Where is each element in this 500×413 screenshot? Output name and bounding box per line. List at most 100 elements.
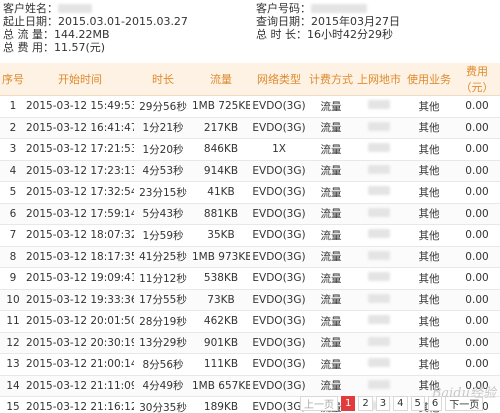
header-col-network-type: 网络类型 xyxy=(250,63,308,96)
cell-col-index: 5 xyxy=(0,181,26,204)
city-redacted xyxy=(368,379,390,389)
cell-col-network-type: EVDO(3G) xyxy=(250,181,308,204)
cell-col-traffic: 111KB xyxy=(192,353,250,376)
table-row: 12 2015-03-12 20:30:19 13分29秒 901KB EVDO(3G)… xyxy=(0,332,500,354)
customer-number-row: 客户号码： xyxy=(256,2,400,15)
city-redacted xyxy=(368,358,390,368)
cell-col-duration: 1分59秒 xyxy=(134,224,192,247)
cell-col-city xyxy=(354,332,404,354)
cell-col-index: 1 xyxy=(0,95,26,118)
cell-col-billing-method: 流量 xyxy=(308,160,354,182)
cell-col-network-type: EVDO(3G) xyxy=(250,203,308,225)
cell-col-city xyxy=(354,310,404,333)
page-1-button[interactable]: 1 xyxy=(341,395,356,411)
cell-col-duration: 11分12秒 xyxy=(134,267,192,290)
header-col-billing-method: 计费方式 xyxy=(308,63,354,96)
cell-col-network-type: EVDO(3G) xyxy=(250,289,308,311)
cell-col-duration: 41分25秒 xyxy=(134,246,192,268)
cell-col-start-time: 2015-03-12 21:11:09 xyxy=(26,375,134,397)
cell-col-billing-method: 流量 xyxy=(308,117,354,139)
cell-col-service: 其他 xyxy=(404,224,454,247)
cell-col-city xyxy=(354,353,404,376)
cell-col-service: 其他 xyxy=(404,246,454,268)
cell-col-service: 其他 xyxy=(404,160,454,182)
cell-col-network-type: EVDO(3G) xyxy=(250,375,308,397)
city-redacted xyxy=(368,336,390,346)
cell-col-service: 其他 xyxy=(404,95,454,118)
cell-col-traffic: 1MB 725KB xyxy=(192,95,250,118)
table-row: 2 2015-03-12 16:41:47 1分21秒 217KB EVDO(3G) 流量… xyxy=(0,117,500,139)
usage-detail-table: 序号 开始时间 时长 流量 网络类型 计费方式 上网地市 使用业务 费用（元） 1 2015-03… xyxy=(0,63,500,413)
total-duration-row: 总 时 长： 16小时42分29秒 xyxy=(256,28,400,41)
cell-col-billing-method: 流量 xyxy=(308,310,354,333)
cell-col-city xyxy=(354,203,404,225)
cell-col-city xyxy=(354,160,404,182)
cell-col-network-type: EVDO(3G) xyxy=(250,246,308,268)
cell-col-billing-method: 流量 xyxy=(308,95,354,118)
cell-col-traffic: 41KB xyxy=(192,181,250,204)
cell-col-billing-method: 流量 xyxy=(308,289,354,311)
cell-col-start-time: 2015-03-12 17:21:53 xyxy=(26,138,134,161)
cell-col-start-time: 2015-03-12 19:09:41 xyxy=(26,267,134,290)
cell-col-service: 其他 xyxy=(404,267,454,290)
cell-col-service: 其他 xyxy=(404,203,454,225)
table-row: 8 2015-03-12 18:17:35 41分25秒 1MB 973KB EVDO(… xyxy=(0,246,500,268)
page-5-button[interactable]: 5 xyxy=(410,395,425,411)
query-date-row: 查询日期： 2015年03月27日 xyxy=(256,15,400,28)
cell-col-index: 9 xyxy=(0,267,26,290)
cell-col-fee: 0.00 xyxy=(454,138,500,161)
cell-col-service: 其他 xyxy=(404,117,454,139)
cell-col-index: 8 xyxy=(0,246,26,268)
table-row: 5 2015-03-12 17:32:54 23分15秒 41KB EVDO(3G) 流量… xyxy=(0,181,500,204)
page-4-button[interactable]: 4 xyxy=(393,395,408,411)
cell-col-duration: 23分15秒 xyxy=(134,181,192,204)
cell-col-fee: 0.00 xyxy=(454,181,500,204)
cell-col-network-type: EVDO(3G) xyxy=(250,353,308,376)
cell-col-start-time: 2015-03-12 15:49:53 xyxy=(26,95,134,118)
cell-col-start-time: 2015-03-12 16:41:47 xyxy=(26,117,134,139)
cell-col-fee: 0.00 xyxy=(454,160,500,182)
cell-col-index: 12 xyxy=(0,332,26,354)
table-row: 4 2015-03-12 17:23:13 4分53秒 914KB EVDO(3G) 流量… xyxy=(0,160,500,182)
cell-col-traffic: 914KB xyxy=(192,160,250,182)
table-row: 13 2015-03-12 21:00:14 8分56秒 111KB EVDO(3G) 流… xyxy=(0,353,500,376)
cell-col-service: 其他 xyxy=(404,332,454,354)
cell-col-index: 15 xyxy=(0,396,26,413)
total-duration-value: 16小时42分29秒 xyxy=(307,28,393,41)
cell-col-index: 6 xyxy=(0,203,26,225)
cell-col-start-time: 2015-03-12 20:30:19 xyxy=(26,332,134,354)
cell-col-city xyxy=(354,224,404,247)
cell-col-service: 其他 xyxy=(404,310,454,333)
date-range-row: 起止日期： 2015.03.01-2015.03.27 xyxy=(3,15,188,28)
header-col-fee: 费用（元） xyxy=(454,63,500,96)
cell-col-city xyxy=(354,138,404,161)
cell-col-fee: 0.00 xyxy=(454,203,500,225)
cell-col-traffic: 35KB xyxy=(192,224,250,247)
total-traffic-value: 144.22MB xyxy=(54,28,110,41)
cell-col-fee: 0.00 xyxy=(454,117,500,139)
cell-col-index: 3 xyxy=(0,138,26,161)
cell-col-city xyxy=(354,246,404,268)
cell-col-traffic: 217KB xyxy=(192,117,250,139)
cell-col-fee: 0.00 xyxy=(454,224,500,247)
cell-col-network-type: EVDO(3G) xyxy=(250,332,308,354)
page-2-button[interactable]: 2 xyxy=(358,395,373,411)
page-3-button[interactable]: 3 xyxy=(375,395,391,411)
cell-col-duration: 1分21秒 xyxy=(134,117,192,139)
cell-col-service: 其他 xyxy=(404,181,454,204)
cell-col-index: 14 xyxy=(0,375,26,397)
table-row: 7 2015-03-12 18:07:32 1分59秒 35KB EVDO(3G) 流量 其… xyxy=(0,224,500,247)
cell-col-city xyxy=(354,289,404,311)
table-row: 14 2015-03-12 21:11:09 4分49秒 1MB 657KB EVDO(… xyxy=(0,375,500,397)
cell-col-duration: 5分43秒 xyxy=(134,203,192,225)
header-col-index: 序号 xyxy=(0,63,26,96)
prev-page-button[interactable]: 上一页 xyxy=(300,395,338,411)
cell-col-billing-method: 流量 xyxy=(308,138,354,161)
customer-name-row: 客户姓名： xyxy=(3,2,188,15)
cell-col-start-time: 2015-03-12 21:16:12 xyxy=(26,396,134,413)
cell-col-index: 10 xyxy=(0,289,26,311)
cell-col-city xyxy=(354,267,404,290)
summary-right-column: 客户号码： 查询日期： 2015年03月27日 总 时 长： 16小时42分29… xyxy=(256,2,400,41)
cell-col-duration: 29分56秒 xyxy=(134,95,192,118)
customer-name-redacted xyxy=(58,4,92,13)
